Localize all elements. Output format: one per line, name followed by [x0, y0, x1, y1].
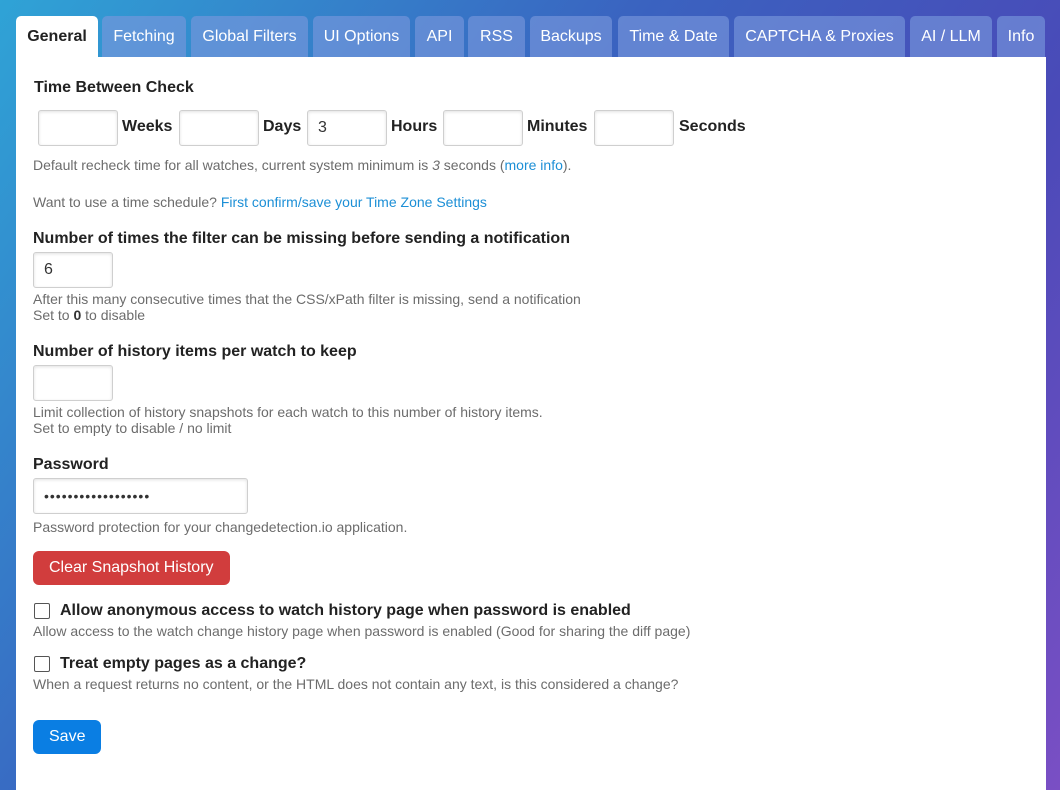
seconds-unit-label: Seconds	[679, 118, 746, 135]
time-zone-settings-link[interactable]: First confirm/save your Time Zone Settin…	[221, 194, 487, 210]
anonymous-access-label[interactable]: Allow anonymous access to watch history …	[60, 602, 631, 620]
tab-general[interactable]: General	[16, 16, 98, 57]
minutes-input[interactable]	[443, 110, 523, 146]
more-info-link[interactable]: more info	[505, 157, 563, 173]
anonymous-access-checkbox[interactable]	[34, 603, 50, 619]
password-input[interactable]	[33, 478, 248, 514]
tab-ui-options[interactable]: UI Options	[313, 16, 410, 57]
filter-missing-label: Number of times the filter can be missin…	[33, 230, 570, 247]
tab-fetching[interactable]: Fetching	[102, 16, 186, 57]
empty-pages-label[interactable]: Treat empty pages as a change?	[60, 655, 306, 673]
tab-ai-llm[interactable]: AI / LLM	[910, 16, 992, 57]
days-input[interactable]	[179, 110, 259, 146]
tab-rss[interactable]: RSS	[468, 16, 525, 57]
weeks-input[interactable]	[38, 110, 118, 146]
empty-pages-help: When a request returns no content, or th…	[33, 676, 679, 692]
settings-tabs: General Fetching Global Filters UI Optio…	[16, 16, 1060, 57]
weeks-unit-label: Weeks	[122, 118, 173, 135]
tab-api[interactable]: API	[415, 16, 464, 57]
history-items-input[interactable]	[33, 365, 113, 401]
filter-missing-help: After this many consecutive times that t…	[33, 291, 581, 323]
empty-pages-checkbox[interactable]	[34, 656, 50, 672]
hours-input[interactable]	[307, 110, 387, 146]
anonymous-access-help: Allow access to the watch change history…	[33, 623, 691, 639]
time-schedule-text: Want to use a time schedule? First confi…	[33, 194, 487, 210]
system-minimum-value: 3	[432, 157, 440, 173]
days-unit-label: Days	[263, 118, 302, 135]
password-label: Password	[33, 456, 109, 473]
tab-captcha-proxies[interactable]: CAPTCHA & Proxies	[734, 16, 905, 57]
save-button[interactable]: Save	[33, 720, 102, 754]
hours-unit-label: Hours	[391, 118, 438, 135]
seconds-input[interactable]	[594, 110, 674, 146]
history-items-help: Limit collection of history snapshots fo…	[33, 404, 543, 436]
password-help: Password protection for your changedetec…	[33, 519, 408, 535]
history-items-label: Number of history items per watch to kee…	[33, 343, 357, 360]
minutes-unit-label: Minutes	[527, 118, 588, 135]
recheck-help-text: Default recheck time for all watches, cu…	[33, 157, 572, 173]
filter-missing-input[interactable]	[33, 252, 113, 288]
tab-global-filters[interactable]: Global Filters	[191, 16, 308, 57]
tab-info[interactable]: Info	[997, 16, 1045, 57]
clear-snapshot-history-button[interactable]: Clear Snapshot History	[33, 551, 230, 585]
general-settings-panel: Time Between Check Weeks Days Hours Minu…	[16, 57, 1046, 790]
time-between-check-label: Time Between Check	[34, 79, 194, 96]
tab-backups[interactable]: Backups	[530, 16, 612, 57]
tab-time-date[interactable]: Time & Date	[618, 16, 729, 57]
